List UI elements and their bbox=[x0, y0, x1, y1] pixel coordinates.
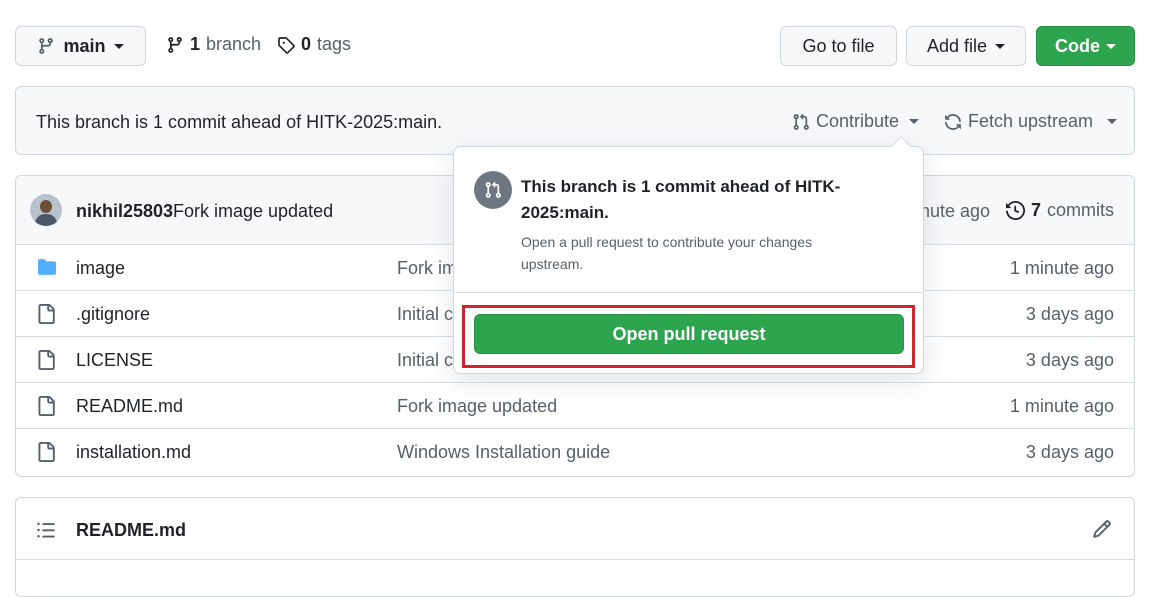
commits-link[interactable]: 7 commits bbox=[1005, 200, 1114, 221]
branch-status-text: This branch is 1 commit ahead of HITK-20… bbox=[36, 112, 443, 132]
file-time: 3 days ago bbox=[1025, 350, 1114, 370]
file-icon bbox=[36, 396, 56, 416]
fetch-upstream-label: Fetch upstream bbox=[968, 111, 1094, 131]
file-row[interactable]: installation.md Windows Installation gui… bbox=[16, 428, 1134, 474]
fetch-upstream-dropdown[interactable]: Fetch upstream bbox=[944, 111, 1118, 132]
folder-icon bbox=[36, 258, 58, 276]
chevron-down-icon bbox=[909, 119, 920, 124]
go-to-file-label: Go to file bbox=[802, 35, 875, 56]
tag-label: tags bbox=[317, 34, 352, 54]
contribute-label: Contribute bbox=[816, 111, 900, 131]
file-name[interactable]: .gitignore bbox=[76, 304, 150, 325]
file-commit-message[interactable]: Fork image updated bbox=[397, 396, 557, 417]
avatar[interactable] bbox=[30, 194, 62, 226]
file-name[interactable]: README.md bbox=[76, 396, 183, 417]
readme-panel: README.md bbox=[15, 497, 1135, 597]
popover-description-line: Open a pull request to contribute your c… bbox=[521, 234, 813, 250]
branch-selector-button[interactable]: main bbox=[15, 26, 146, 66]
file-name[interactable]: LICENSE bbox=[76, 350, 153, 371]
readme-title[interactable]: README.md bbox=[76, 520, 186, 541]
contribute-popover: This branch is 1 commit ahead of HITK- 2… bbox=[453, 136, 924, 374]
sync-icon bbox=[945, 113, 961, 130]
file-name[interactable]: installation.md bbox=[76, 442, 191, 463]
code-label: Code bbox=[1055, 35, 1100, 56]
add-file-button[interactable]: Add file bbox=[906, 26, 1026, 66]
file-icon bbox=[36, 304, 56, 324]
add-file-label: Add file bbox=[926, 35, 988, 56]
git-branch-icon bbox=[39, 38, 54, 54]
file-row[interactable]: README.md Fork image updated 1 minute ag… bbox=[16, 382, 1134, 428]
popover-description: Open a pull request to contribute your c… bbox=[521, 231, 812, 275]
popover-title-line: This branch is 1 commit ahead of HITK- bbox=[521, 177, 841, 196]
popover-title-line: 2025:main. bbox=[521, 203, 609, 222]
git-branch-icon bbox=[168, 36, 182, 53]
divider bbox=[16, 559, 1134, 560]
popover-title: This branch is 1 commit ahead of HITK- 2… bbox=[521, 174, 840, 226]
commit-message[interactable]: Fork image updated bbox=[173, 201, 333, 222]
popover-description-line: upstream. bbox=[521, 256, 584, 272]
pull-request-icon bbox=[793, 113, 809, 130]
branch-label: branch bbox=[206, 34, 262, 54]
chevron-down-icon bbox=[1107, 119, 1118, 124]
branch-count: 1 bbox=[190, 34, 201, 54]
pull-request-badge-icon bbox=[474, 171, 512, 209]
branch-status-bar: This branch is 1 commit ahead of HITK-20… bbox=[15, 86, 1135, 155]
branches-link[interactable]: 1 branch bbox=[166, 34, 261, 55]
tag-icon bbox=[278, 36, 295, 54]
code-button[interactable]: Code bbox=[1036, 26, 1135, 66]
commit-count: 7 bbox=[1030, 200, 1041, 220]
open-pull-request-label: Open pull request bbox=[612, 323, 766, 344]
commit-label: commits bbox=[1047, 200, 1114, 220]
file-time: 3 days ago bbox=[1025, 304, 1114, 324]
file-time: 3 days ago bbox=[1025, 442, 1114, 462]
chevron-down-icon bbox=[995, 43, 1006, 49]
branch-name: main bbox=[63, 35, 106, 56]
history-icon bbox=[1005, 201, 1025, 220]
chevron-down-icon bbox=[1106, 43, 1116, 49]
popover-divider bbox=[454, 292, 923, 293]
file-commit-message[interactable]: Windows Installation guide bbox=[397, 442, 610, 463]
open-pull-request-button[interactable]: Open pull request bbox=[474, 314, 904, 354]
file-icon bbox=[36, 350, 56, 370]
pencil-icon[interactable] bbox=[1092, 519, 1112, 539]
contribute-dropdown[interactable]: Contribute bbox=[792, 111, 920, 132]
file-time: 1 minute ago bbox=[1009, 258, 1114, 278]
file-name[interactable]: image bbox=[76, 258, 125, 279]
file-time: 1 minute ago bbox=[1009, 396, 1114, 416]
list-icon[interactable] bbox=[36, 520, 56, 540]
tags-link[interactable]: 0 tags bbox=[277, 34, 351, 55]
chevron-down-icon bbox=[113, 43, 124, 49]
commit-author[interactable]: nikhil25803 bbox=[76, 201, 173, 222]
tag-count: 0 bbox=[301, 34, 312, 54]
file-icon bbox=[36, 442, 56, 462]
go-to-file-button[interactable]: Go to file bbox=[780, 26, 897, 66]
